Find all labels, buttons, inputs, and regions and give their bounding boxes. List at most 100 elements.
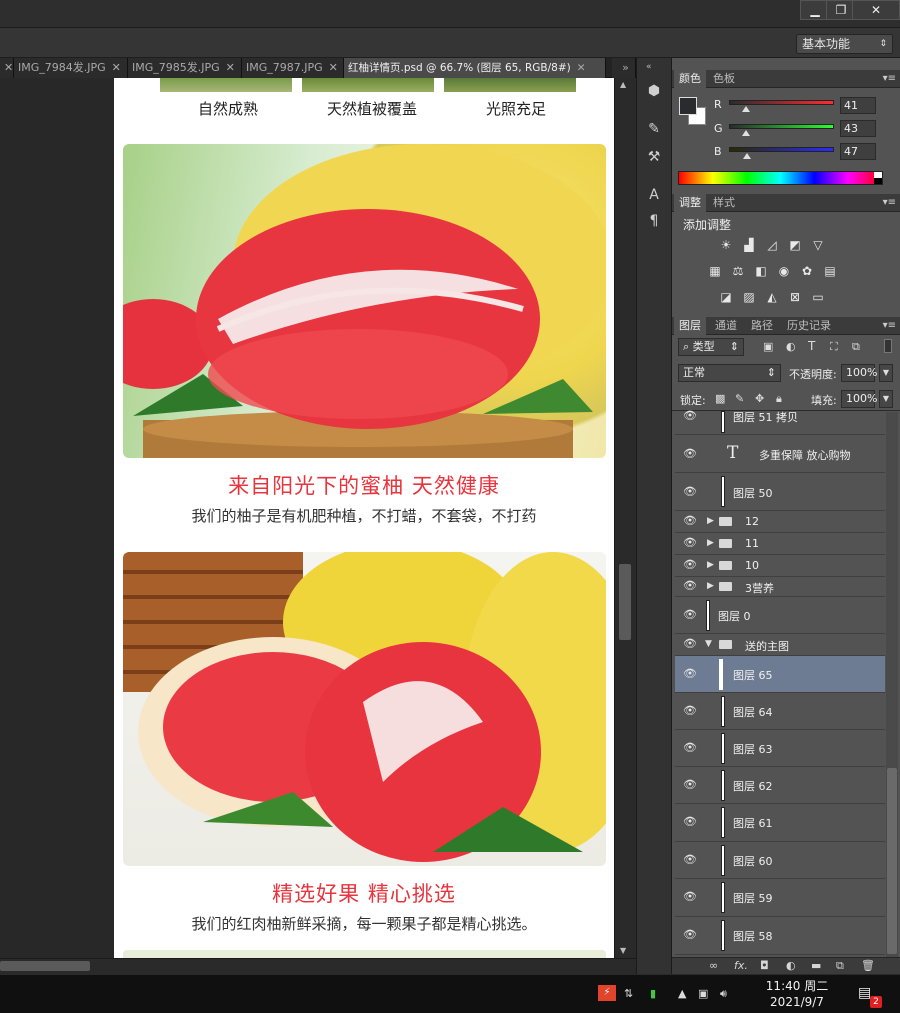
selective-color-icon[interactable]: ⊠	[787, 290, 803, 304]
tab-adjustments[interactable]: 调整	[674, 194, 706, 212]
lock-image-icon[interactable]: ✎	[735, 392, 744, 405]
canvas-vertical-scrollbar[interactable]	[614, 78, 636, 958]
volume-icon[interactable]: 🔊︎	[720, 987, 727, 1001]
slider-knob[interactable]	[742, 130, 750, 136]
new-layer-icon[interactable]: ⧉	[836, 959, 844, 973]
tray-app-icon[interactable]: ⚡	[598, 985, 616, 1001]
threshold-icon[interactable]: ◭	[764, 290, 780, 304]
blue-slider[interactable]	[729, 147, 834, 152]
eye-icon[interactable]: 👁︎	[683, 536, 697, 549]
layer-row[interactable]: 👁︎ T 多重保障 放心购物	[675, 435, 885, 473]
exposure-icon[interactable]: ◩	[787, 238, 803, 252]
eye-icon[interactable]: 👁︎	[683, 485, 697, 498]
clock[interactable]: 11:40 周二 2021/9/7	[760, 978, 834, 1010]
close-icon[interactable]: ✕	[852, 0, 900, 20]
brush-presets-icon[interactable]: ✎	[643, 118, 665, 140]
lock-all-icon[interactable]: 🔒︎	[776, 392, 782, 406]
layer-row[interactable]: 👁︎ 图层 58	[675, 917, 885, 955]
red-value-input[interactable]: 41	[840, 97, 876, 114]
panel-menu-icon[interactable]: ▾≡	[883, 194, 896, 212]
close-icon[interactable]: ✕	[329, 61, 338, 74]
show-hidden-icons-icon[interactable]: ▲	[678, 987, 686, 1000]
tab-close-icon[interactable]: ✕	[0, 58, 14, 78]
tool-presets-icon[interactable]: ⚒	[643, 146, 665, 168]
expand-arrow-icon[interactable]: ▶	[707, 560, 714, 570]
color-balance-icon[interactable]: ⚖	[730, 264, 746, 278]
pixel-filter-icon[interactable]: ▣	[763, 340, 773, 353]
brightness-icon[interactable]: ☀	[718, 238, 734, 252]
curves-icon[interactable]: ◿	[764, 238, 780, 252]
eye-icon[interactable]: 👁︎	[683, 514, 697, 527]
color-lookup-icon[interactable]: ▤	[822, 264, 838, 278]
posterize-icon[interactable]: ▨	[741, 290, 757, 304]
invert-icon[interactable]: ◪	[718, 290, 734, 304]
type-filter-icon[interactable]: T	[808, 339, 815, 353]
panel-menu-icon[interactable]: ▾≡	[883, 70, 896, 88]
slider-knob[interactable]	[742, 106, 750, 112]
red-slider[interactable]	[729, 100, 834, 105]
scroll-down-icon[interactable]: ▼	[620, 946, 626, 955]
eye-icon[interactable]: 👁︎	[683, 853, 697, 866]
opacity-dropdown-icon[interactable]: ▼	[879, 364, 893, 382]
layer-row[interactable]: 👁︎ 图层 64	[675, 693, 885, 730]
layer-row[interactable]: 👁︎ 图层 59	[675, 879, 885, 917]
layer-row[interactable]: 👁︎ 图层 51 拷贝	[675, 409, 885, 435]
eye-icon[interactable]: 👁︎	[683, 890, 697, 903]
levels-icon[interactable]: ▟	[741, 238, 757, 252]
eye-icon[interactable]: 👁︎	[683, 409, 697, 422]
scroll-up-icon[interactable]: ▲	[620, 80, 626, 89]
tab-swatches[interactable]: 色板	[708, 70, 740, 88]
eye-icon[interactable]: 👁︎	[683, 579, 697, 592]
eye-icon[interactable]: 👁︎	[683, 558, 697, 571]
close-icon[interactable]: ✕	[577, 62, 586, 74]
eye-icon[interactable]: 👁︎	[683, 741, 697, 754]
lock-transparent-icon[interactable]: ▩	[715, 392, 725, 405]
fill-input[interactable]: 100%	[841, 390, 877, 408]
tab-channels[interactable]: 通道	[710, 317, 742, 335]
document-canvas[interactable]: 自然成熟 天然植被覆盖 光照充足 来自阳光下的蜜柚 天然健康 我们的柚子是有机肥…	[114, 78, 614, 958]
gradient-map-icon[interactable]: ▭	[810, 290, 826, 304]
hue-saturation-icon[interactable]: ▦	[707, 264, 723, 278]
layer-group-row[interactable]: 👁︎ ▶ 12	[675, 511, 885, 533]
canvas-horizontal-scrollbar[interactable]	[0, 958, 636, 974]
link-icon[interactable]: ∞	[709, 959, 718, 972]
green-slider[interactable]	[729, 124, 834, 129]
layer-row[interactable]: 👁︎ 图层 63	[675, 730, 885, 767]
folder-icon[interactable]: ▬	[811, 959, 821, 972]
blend-mode-select[interactable]: 正常 ⇕	[678, 364, 781, 382]
layer-row-selected[interactable]: 👁︎ 图层 65	[675, 656, 885, 693]
character-icon[interactable]: A	[643, 184, 665, 206]
layer-group-row[interactable]: 👁︎ ▶ 3营养	[675, 577, 885, 597]
layer-row[interactable]: 👁︎ 图层 0	[675, 597, 885, 634]
close-icon[interactable]: ✕	[112, 61, 121, 74]
eye-icon[interactable]: 👁︎	[683, 704, 697, 717]
layer-group-row[interactable]: 👁︎ ▼ 送的主图	[675, 634, 885, 656]
3d-icon[interactable]: ⬢	[643, 80, 665, 102]
fill-dropdown-icon[interactable]: ▼	[879, 390, 893, 408]
tray-arrows-icon[interactable]: ⇅	[624, 987, 633, 1000]
double-chevron-right-icon[interactable]: »	[612, 58, 636, 78]
slider-knob[interactable]	[743, 153, 751, 159]
filter-toggle[interactable]	[884, 339, 892, 353]
eye-icon[interactable]: 👁︎	[683, 637, 697, 650]
expand-arrow-icon[interactable]: ▶	[707, 516, 714, 526]
tab-hongyou-psd[interactable]: 红柚详情页.psd @ 66.7% (图层 65, RGB/8#) ✕	[344, 58, 606, 78]
tab-color[interactable]: 颜色	[674, 70, 706, 88]
panel-menu-icon[interactable]: ▾≡	[883, 317, 896, 335]
layer-filter-select[interactable]: ⌕ 类型 ⇕	[678, 338, 744, 356]
eye-icon[interactable]: 👁︎	[683, 778, 697, 791]
collapse-icon[interactable]: «	[646, 62, 652, 72]
tab-history[interactable]: 历史记录	[782, 317, 836, 335]
shape-filter-icon[interactable]: ⛶	[830, 340, 838, 354]
tab-layers[interactable]: 图层	[674, 317, 706, 335]
collapse-arrow-icon[interactable]: ▼	[705, 639, 712, 649]
layer-group-row[interactable]: 👁︎ ▶ 11	[675, 533, 885, 555]
vibrance-icon[interactable]: ▽	[810, 238, 826, 252]
tab-img-7985[interactable]: IMG_7985发.JPG ✕	[128, 58, 242, 78]
lock-position-icon[interactable]: ✥	[755, 392, 764, 405]
adjustment-filter-icon[interactable]: ◐	[786, 340, 796, 353]
expand-arrow-icon[interactable]: ▶	[707, 581, 714, 591]
tab-img-7984[interactable]: IMG_7984发.JPG ✕	[14, 58, 128, 78]
photo-filter-icon[interactable]: ◉	[776, 264, 792, 278]
layer-group-row[interactable]: 👁︎ ▶ 10	[675, 555, 885, 577]
